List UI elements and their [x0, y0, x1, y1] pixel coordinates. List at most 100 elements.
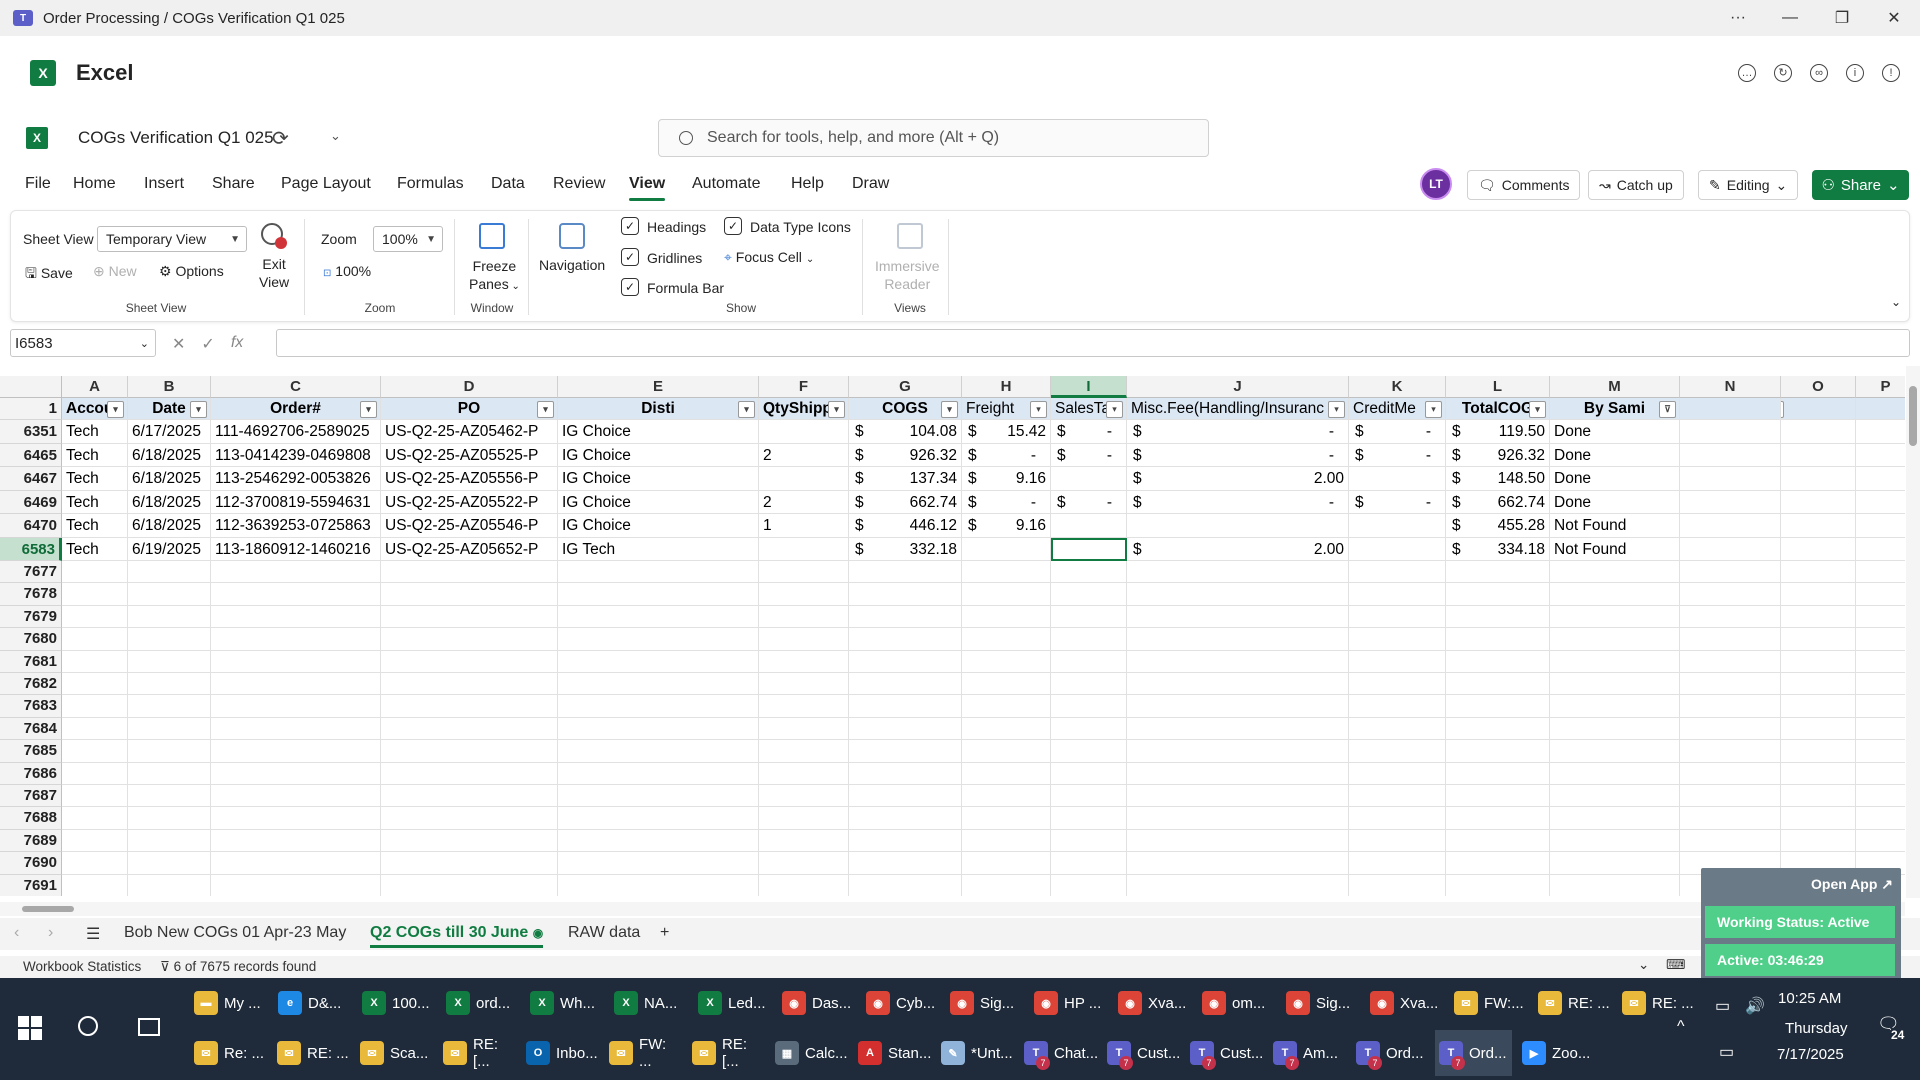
- table-cell[interactable]: $ -: [1051, 443, 1127, 467]
- table-cell[interactable]: [962, 628, 1051, 651]
- table-cell[interactable]: [962, 874, 1051, 896]
- table-cell[interactable]: [1781, 650, 1856, 673]
- table-cell[interactable]: [1051, 561, 1127, 584]
- table-cell[interactable]: [1127, 628, 1349, 651]
- table-cell[interactable]: [1349, 673, 1446, 696]
- taskbar-item[interactable]: ◉ Xva...: [1114, 980, 1192, 1026]
- filter-dropdown-icon[interactable]: ▾: [941, 401, 958, 418]
- table-cell[interactable]: [558, 807, 759, 830]
- filter-dropdown-icon[interactable]: ▾: [1425, 401, 1442, 418]
- headings-checkbox[interactable]: ✓: [621, 217, 639, 235]
- table-cell[interactable]: [1856, 807, 1905, 830]
- table-cell[interactable]: $ -: [1349, 420, 1446, 444]
- table-cell[interactable]: [849, 807, 962, 830]
- column-header-o[interactable]: O: [1781, 376, 1856, 398]
- row-header[interactable]: 6470: [0, 514, 62, 538]
- row-header[interactable]: 7690: [0, 852, 62, 875]
- table-cell[interactable]: Tech: [62, 420, 128, 444]
- table-cell[interactable]: [1781, 420, 1856, 444]
- network-icon[interactable]: ▭: [1719, 1042, 1734, 1062]
- table-cell[interactable]: [1051, 717, 1127, 741]
- table-cell[interactable]: [1127, 673, 1349, 696]
- table-cell[interactable]: [62, 807, 128, 830]
- taskbar-item[interactable]: X 100...: [358, 980, 436, 1026]
- taskbar-item[interactable]: ✉ RE: [...: [688, 1030, 765, 1076]
- chat-icon[interactable]: …: [1738, 63, 1756, 82]
- taskbar-item[interactable]: X NA...: [610, 980, 688, 1026]
- table-cell[interactable]: [1349, 695, 1446, 718]
- table-cell[interactable]: IG Tech: [558, 537, 759, 561]
- immersive-reader-button[interactable]: Immersive Reader: [875, 257, 940, 293]
- table-cell[interactable]: [128, 740, 211, 763]
- new-view-button[interactable]: ⊕ New: [93, 263, 137, 280]
- table-cell[interactable]: [1349, 514, 1446, 538]
- row-header[interactable]: 6583: [0, 537, 62, 561]
- table-cell[interactable]: [211, 829, 381, 853]
- table-cell[interactable]: $ -: [1127, 420, 1349, 444]
- insert-function-icon[interactable]: fx: [231, 334, 243, 354]
- column-header-g[interactable]: G: [849, 376, 962, 398]
- sheet-tab-q2-cogs[interactable]: Q2 COGs till 30 June ◉: [370, 924, 544, 948]
- table-cell[interactable]: [1856, 628, 1905, 651]
- table-cell[interactable]: [1051, 785, 1127, 808]
- column-header-k[interactable]: K: [1349, 376, 1446, 398]
- table-cell[interactable]: [1051, 673, 1127, 696]
- table-cell[interactable]: $104.08: [849, 420, 962, 444]
- column-header-i[interactable]: I: [1051, 376, 1127, 398]
- windows-start-icon[interactable]: [18, 1016, 42, 1040]
- header-cell-p[interactable]: [1856, 398, 1905, 420]
- filter-dropdown-icon[interactable]: ▾: [1328, 401, 1345, 418]
- table-cell[interactable]: [849, 717, 962, 741]
- table-cell[interactable]: [1127, 605, 1349, 629]
- tab-insert[interactable]: Insert: [144, 175, 184, 193]
- table-cell[interactable]: 2: [759, 490, 849, 514]
- table-cell[interactable]: [1446, 785, 1550, 808]
- table-cell[interactable]: $ -: [1051, 420, 1127, 444]
- sheet-prev-arrow-icon[interactable]: ‹: [14, 924, 19, 942]
- table-cell[interactable]: $ -: [1127, 490, 1349, 514]
- table-cell[interactable]: $9.16: [962, 467, 1051, 491]
- taskbar-item[interactable]: ✉ FW:...: [1450, 980, 1528, 1026]
- table-cell[interactable]: [211, 561, 381, 584]
- table-cell[interactable]: $ -: [1349, 490, 1446, 514]
- table-cell[interactable]: [1446, 762, 1550, 785]
- table-cell[interactable]: [962, 740, 1051, 763]
- table-cell[interactable]: [962, 605, 1051, 629]
- table-cell[interactable]: [1349, 650, 1446, 673]
- taskbar-item[interactable]: ◉ HP ...: [1030, 980, 1108, 1026]
- table-cell[interactable]: [1550, 695, 1680, 718]
- horizontal-scroll-thumb[interactable]: [22, 906, 74, 912]
- row-header[interactable]: 6351: [0, 420, 62, 444]
- table-cell[interactable]: [211, 762, 381, 785]
- table-cell[interactable]: [1680, 740, 1781, 763]
- table-cell[interactable]: [558, 583, 759, 606]
- table-cell[interactable]: $ -: [1051, 490, 1127, 514]
- taskbar-item[interactable]: ✉ Sca...: [356, 1030, 433, 1076]
- table-cell[interactable]: [1856, 785, 1905, 808]
- name-box[interactable]: I6583 ⌄: [10, 329, 156, 357]
- table-cell[interactable]: [1856, 740, 1905, 763]
- table-cell[interactable]: [62, 740, 128, 763]
- row-header[interactable]: 7685: [0, 740, 62, 763]
- header-cell-cogs[interactable]: COGS ▾: [849, 398, 962, 420]
- focus-cell-button[interactable]: ⌖ Focus Cell ⌄: [724, 249, 814, 266]
- table-cell[interactable]: [128, 874, 211, 896]
- table-cell[interactable]: [1349, 717, 1446, 741]
- table-cell[interactable]: 1: [759, 514, 849, 538]
- zoom-100-button[interactable]: ⊡ 100%: [323, 263, 371, 279]
- table-cell[interactable]: [128, 673, 211, 696]
- table-cell[interactable]: [1781, 514, 1856, 538]
- table-cell[interactable]: [1781, 740, 1856, 763]
- taskbar-item[interactable]: ▬ My ...: [190, 980, 268, 1026]
- taskbar-item[interactable]: ✉ RE: [...: [439, 1030, 516, 1076]
- table-cell[interactable]: [211, 717, 381, 741]
- table-cell[interactable]: [1127, 717, 1349, 741]
- table-cell[interactable]: [1856, 695, 1905, 718]
- table-cell[interactable]: [381, 673, 558, 696]
- filter-active-icon[interactable]: ⊽: [1659, 401, 1676, 418]
- table-cell[interactable]: 6/18/2025: [128, 514, 211, 538]
- more-options-button[interactable]: ···: [1712, 0, 1764, 36]
- header-cell-freight[interactable]: Freight ▾: [962, 398, 1051, 420]
- table-cell[interactable]: [1127, 829, 1349, 853]
- table-cell[interactable]: [558, 561, 759, 584]
